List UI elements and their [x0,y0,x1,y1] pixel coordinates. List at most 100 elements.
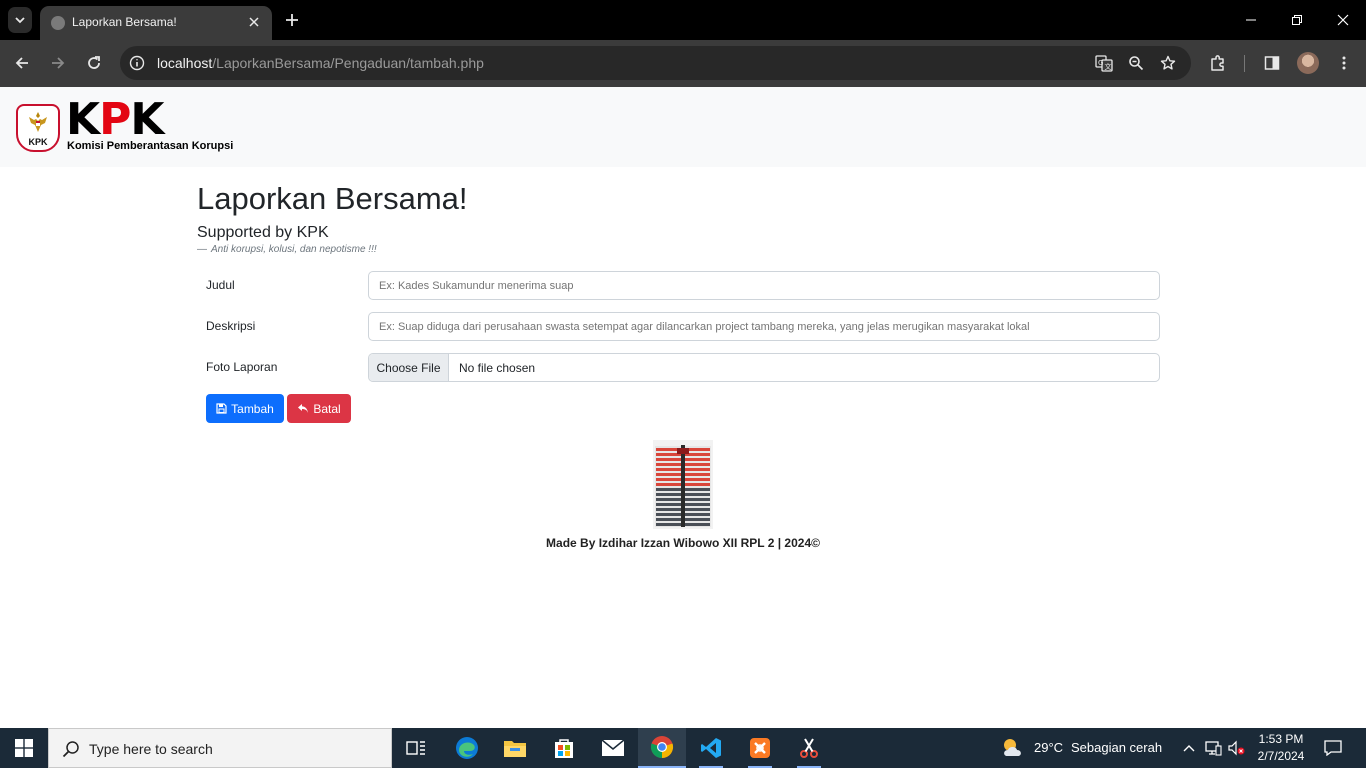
minimize-button[interactable] [1239,8,1263,32]
lead-text: Supported by KPK [197,224,329,241]
arrow-left-icon [15,57,28,69]
vscode-app[interactable] [687,728,735,768]
garuda-emblem: KPK [16,104,60,152]
info-icon [129,55,145,71]
profile-avatar[interactable] [1297,52,1319,74]
deskripsi-label: Deskripsi [206,319,256,333]
foto-file-input[interactable]: Choose File No file chosen [368,353,1160,382]
volume-muted-icon [1228,740,1245,756]
form-actions: Tambah Batal [197,394,1160,423]
side-panel-icon [1264,56,1280,70]
new-tab-button[interactable] [282,10,302,30]
choose-file-button[interactable]: Choose File [369,354,449,381]
deskripsi-input[interactable] [368,312,1160,341]
weather-widget[interactable]: 29°C Sebagian cerah [1000,736,1170,760]
arrow-right-icon [52,57,65,69]
reload-icon [88,56,100,69]
edge-app[interactable] [443,728,491,768]
tab-active[interactable]: Laporkan Bersama! [40,6,272,40]
mail-icon [601,739,625,756]
minimize-icon [1246,19,1256,21]
scissors-icon [800,738,818,758]
volume-button[interactable] [1226,738,1246,758]
kpk-logo[interactable]: KPK KPK Komisi Pemberantasan Korupsi [16,96,236,154]
web-page: KPK KPK Komisi Pemberantasan Korupsi Lap… [0,87,1366,728]
address-bar[interactable]: localhost/LaporkanBersama/Pengaduan/tamb… [120,46,1191,80]
tab-search-button[interactable] [8,7,32,33]
globe-icon [51,16,65,30]
plus-icon [286,14,298,26]
garuda-icon [29,112,47,132]
logo-letter-k2: K [130,94,164,145]
restore-icon [1292,15,1302,25]
tray-overflow-button[interactable] [1179,738,1199,758]
tab-title: Laporkan Bersama! [72,15,177,29]
browser-tab-bar: Laporkan Bersama! [0,0,1366,40]
toolbar-divider [1244,55,1245,72]
weather-desc: Sebagian cerah [1071,740,1163,755]
search-icon [62,741,79,758]
kpk-building-image [653,440,713,529]
file-status: No file chosen [459,361,536,375]
bookmark-button[interactable] [1158,53,1178,73]
taskbar-search[interactable]: Type here to search [48,728,392,768]
form-row-foto: Foto Laporan Choose File No file chosen [197,353,1160,382]
extensions-button[interactable] [1207,52,1229,74]
navbar: KPK KPK Komisi Pemberantasan Korupsi [0,87,1366,167]
close-window-button[interactable] [1331,8,1355,32]
clock-time: 1:53 PM [1258,732,1304,746]
footer-text: Made By Izdihar Izzan Wibowo XII RPL 2 |… [546,536,820,550]
task-view-button[interactable] [392,728,440,768]
taskbar: Type here to search 29°C Sebagian cerah [0,728,1366,768]
form-row-deskripsi: Deskripsi [197,312,1160,341]
reload-button[interactable] [82,51,106,75]
batal-button[interactable]: Batal [287,394,351,423]
zoom-button[interactable] [1126,53,1146,73]
file-explorer-app[interactable] [491,728,539,768]
tambah-label: Tambah [231,401,274,416]
url-text: localhost/LaporkanBersama/Pengaduan/tamb… [157,55,484,71]
quote-text: Anti korupsi, kolusi, dan nepotisme !!! [211,244,377,255]
taskbar-clock[interactable]: 1:53 PM 2/7/2024 [1252,731,1310,765]
close-icon [1337,14,1349,26]
mail-app[interactable] [589,728,637,768]
judul-input[interactable] [368,271,1160,300]
logo-letter-k: K [66,94,100,145]
translate-button[interactable]: G文 [1094,53,1114,73]
store-app[interactable] [540,728,588,768]
edge-icon [456,737,478,759]
back-button[interactable] [10,51,34,75]
forward-button[interactable] [46,51,70,75]
notification-center-button[interactable] [1320,736,1346,760]
browser-menu-button[interactable] [1333,52,1355,74]
svg-text:文: 文 [1105,62,1112,71]
tab-close-button[interactable] [245,13,263,31]
quote-dash: — [197,244,207,255]
notification-icon [1324,740,1342,756]
store-icon [555,739,573,758]
chrome-icon [650,736,674,759]
batal-label: Batal [313,401,341,416]
foto-label: Foto Laporan [206,360,278,374]
vscode-icon [701,738,721,758]
restore-button[interactable] [1285,8,1309,32]
start-button[interactable] [0,728,48,768]
network-button[interactable] [1203,738,1223,758]
windows-icon [15,739,33,757]
chevron-down-icon [15,17,25,24]
xampp-app[interactable] [736,728,784,768]
task-view-icon [406,741,425,755]
tambah-button[interactable]: Tambah [206,394,284,423]
clock-date: 2/7/2024 [1257,749,1305,763]
side-panel-button[interactable] [1261,52,1283,74]
site-info-button[interactable] [127,53,147,73]
weather-temp: 29°C [1034,740,1064,755]
snipping-tool-app[interactable] [785,728,833,768]
xampp-icon [750,738,770,758]
logo-subtitle: Komisi Pemberantasan Korupsi [67,140,234,152]
url-path: /LaporkanBersama/Pengaduan/tambah.php [212,55,484,71]
chrome-app[interactable] [638,728,686,768]
partly-sunny-icon [1004,739,1021,756]
svg-text:G: G [1098,59,1103,67]
zoom-icon [1129,56,1144,71]
